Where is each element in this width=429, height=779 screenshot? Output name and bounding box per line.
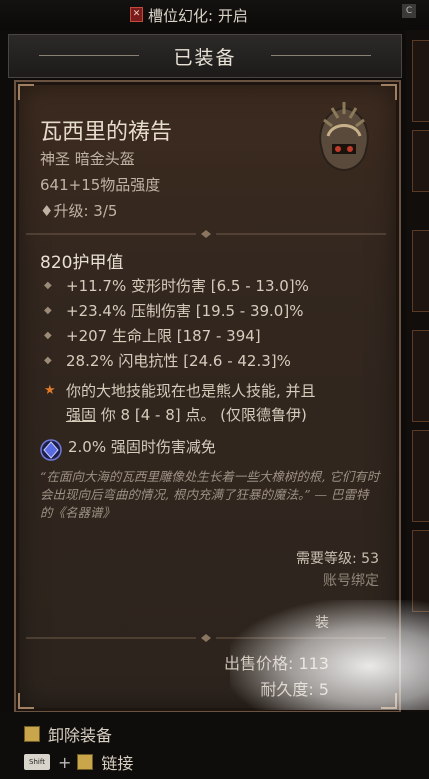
inventory-slot[interactable] xyxy=(412,230,429,312)
shift-key-icon: Shift xyxy=(24,754,50,770)
transmog-toggle-icon[interactable]: ✕ xyxy=(130,7,143,22)
affix-bullet-icon: ◆ xyxy=(44,330,52,341)
inventory-slot[interactable] xyxy=(412,330,429,422)
top-bar: ✕ 槽位幻化: 开启 C xyxy=(0,0,429,30)
sell-value: 出售价格: 113 xyxy=(223,654,329,673)
inventory-slot[interactable] xyxy=(412,430,429,522)
section-divider xyxy=(26,230,386,238)
affix-bullet-icon: ◆ xyxy=(44,305,52,316)
affix-line: ◆ +207 生命上限 [187 - 394] xyxy=(44,327,261,345)
frame-corner xyxy=(381,693,397,709)
frame-corner xyxy=(18,84,34,100)
affix-line: ◆ 28.2% 闪电抗性 [24.6 - 42.3]% xyxy=(44,352,291,370)
item-power: 641+15物品强度 xyxy=(40,176,161,194)
unique-star-icon: ★ xyxy=(44,383,56,398)
inventory-slot[interactable] xyxy=(412,130,429,192)
gem-affix-line: 2.0% 强固时伤害减免 xyxy=(68,438,216,456)
equipped-status: 装 xyxy=(315,615,329,631)
flavor-text: “在面向大海的瓦西里雕像处生长着一些大橡树的根, 它们有时会出现向后弯曲的情况,… xyxy=(40,469,380,520)
unequip-button[interactable]: 卸除装备 xyxy=(24,722,112,746)
item-upgrade: ♦升级: 3/5 xyxy=(40,202,118,220)
link-button[interactable]: Shift + 链接 xyxy=(24,750,133,774)
link-icon xyxy=(77,754,94,770)
frame-corner xyxy=(381,84,397,100)
equipped-header: 已装备 xyxy=(8,34,402,78)
gem-socket-icon xyxy=(40,439,62,461)
armor-value: 820护甲值 xyxy=(40,253,124,273)
required-level: 需要等级: 53 xyxy=(296,551,379,567)
affix-line: ◆ +23.4% 压制伤害 [19.5 - 39.0]% xyxy=(44,302,304,320)
account-bound: 账号绑定 xyxy=(323,573,379,589)
unique-affix-line-2: 强固 你 8 [4 - 8] 点。 (仅限德鲁伊) xyxy=(66,406,307,424)
affix-bullet-icon: ◆ xyxy=(44,280,52,291)
frame-corner xyxy=(18,693,34,709)
equipped-title: 已装备 xyxy=(173,47,237,69)
helm-icon xyxy=(319,102,369,172)
section-divider xyxy=(26,634,386,642)
durability: 耐久度: 5 xyxy=(260,680,329,699)
transmog-status-label[interactable]: 槽位幻化: 开启 xyxy=(148,5,248,26)
affix-line: ◆ +11.7% 变形时伤害 [6.5 - 13.0]% xyxy=(44,277,309,295)
affix-bullet-icon: ◆ xyxy=(44,355,52,366)
item-type: 神圣 暗金头盔 xyxy=(40,150,135,168)
item-tooltip: 瓦西里的祷告 神圣 暗金头盔 641+15物品强度 ♦升级: 3/5 820护甲… xyxy=(14,80,401,713)
inventory-slot[interactable] xyxy=(412,40,429,122)
inventory-slot[interactable] xyxy=(412,530,429,612)
fortify-keyword[interactable]: 强固 xyxy=(66,406,96,424)
action-footer: 卸除装备 Shift + 链接 xyxy=(0,712,429,779)
unequip-icon xyxy=(24,726,40,742)
item-name: 瓦西里的祷告 xyxy=(40,120,173,145)
unique-affix-line: ★ 你的大地技能现在也是熊人技能, 并且 xyxy=(44,382,316,400)
character-key-icon: C xyxy=(402,4,416,18)
